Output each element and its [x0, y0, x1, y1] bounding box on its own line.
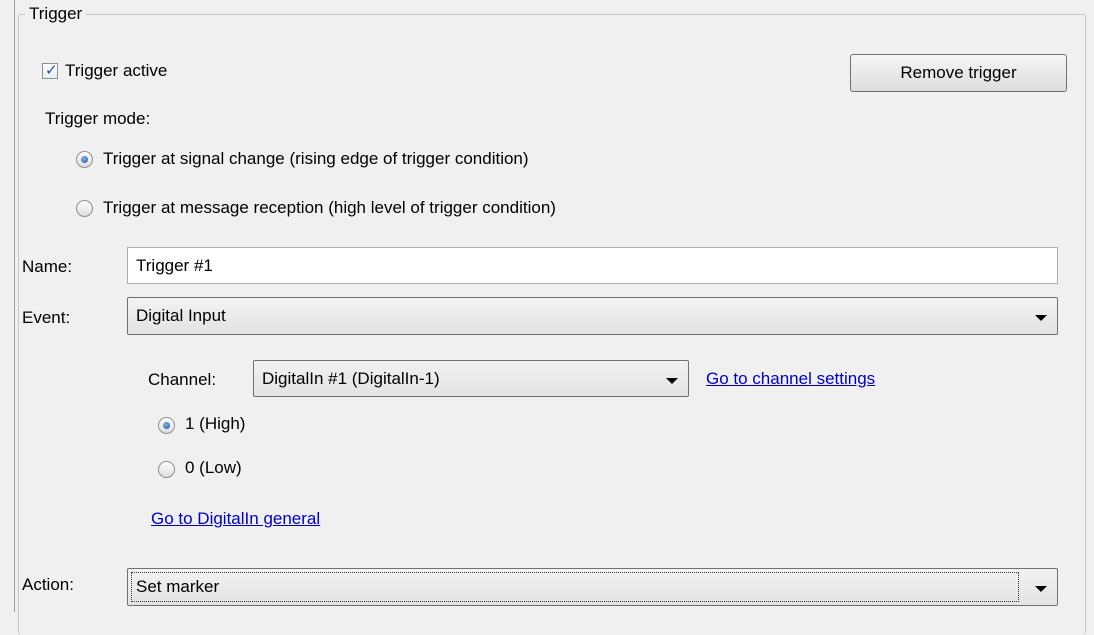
name-label: Name: — [22, 257, 73, 276]
event-dropdown-value: Digital Input — [136, 306, 226, 325]
radio-message-reception-label: Trigger at message reception (high level… — [103, 198, 556, 217]
radio-high-label: 1 (High) — [185, 414, 246, 433]
chevron-down-icon — [1035, 315, 1047, 321]
channel-dropdown-value: DigitalIn #1 (DigitalIn-1) — [262, 369, 440, 388]
radio-signal-change[interactable] — [76, 151, 93, 168]
event-label: Event: — [22, 308, 71, 327]
channel-dropdown[interactable]: DigitalIn #1 (DigitalIn-1) — [253, 360, 689, 397]
radio-low-label: 0 (Low) — [185, 458, 242, 477]
channel-settings-link[interactable]: Go to channel settings — [706, 369, 875, 389]
trigger-active-checkbox[interactable]: ✓ — [42, 61, 58, 79]
digitalin-general-link[interactable]: Go to DigitalIn general — [151, 509, 320, 529]
channel-label: Channel: — [148, 370, 217, 389]
radio-high[interactable] — [158, 417, 175, 434]
event-dropdown[interactable]: Digital Input — [127, 297, 1058, 335]
action-dropdown[interactable]: Set marker — [127, 568, 1058, 606]
chevron-down-icon — [1035, 586, 1047, 592]
radio-signal-change-label: Trigger at signal change (rising edge of… — [103, 149, 529, 168]
radio-low[interactable] — [158, 461, 175, 478]
groupbox-title: Trigger — [25, 2, 87, 26]
panel-left-border — [14, 0, 15, 612]
name-input[interactable]: Trigger #1 — [127, 247, 1058, 284]
checkmark-icon: ✓ — [45, 61, 58, 79]
radio-message-reception[interactable] — [76, 200, 93, 217]
trigger-mode-label: Trigger mode: — [45, 109, 151, 128]
trigger-active-label: Trigger active — [65, 61, 168, 80]
focus-rectangle — [131, 572, 1019, 602]
chevron-down-icon — [666, 378, 678, 384]
action-label: Action: — [22, 575, 74, 594]
remove-trigger-button[interactable]: Remove trigger — [850, 54, 1067, 92]
